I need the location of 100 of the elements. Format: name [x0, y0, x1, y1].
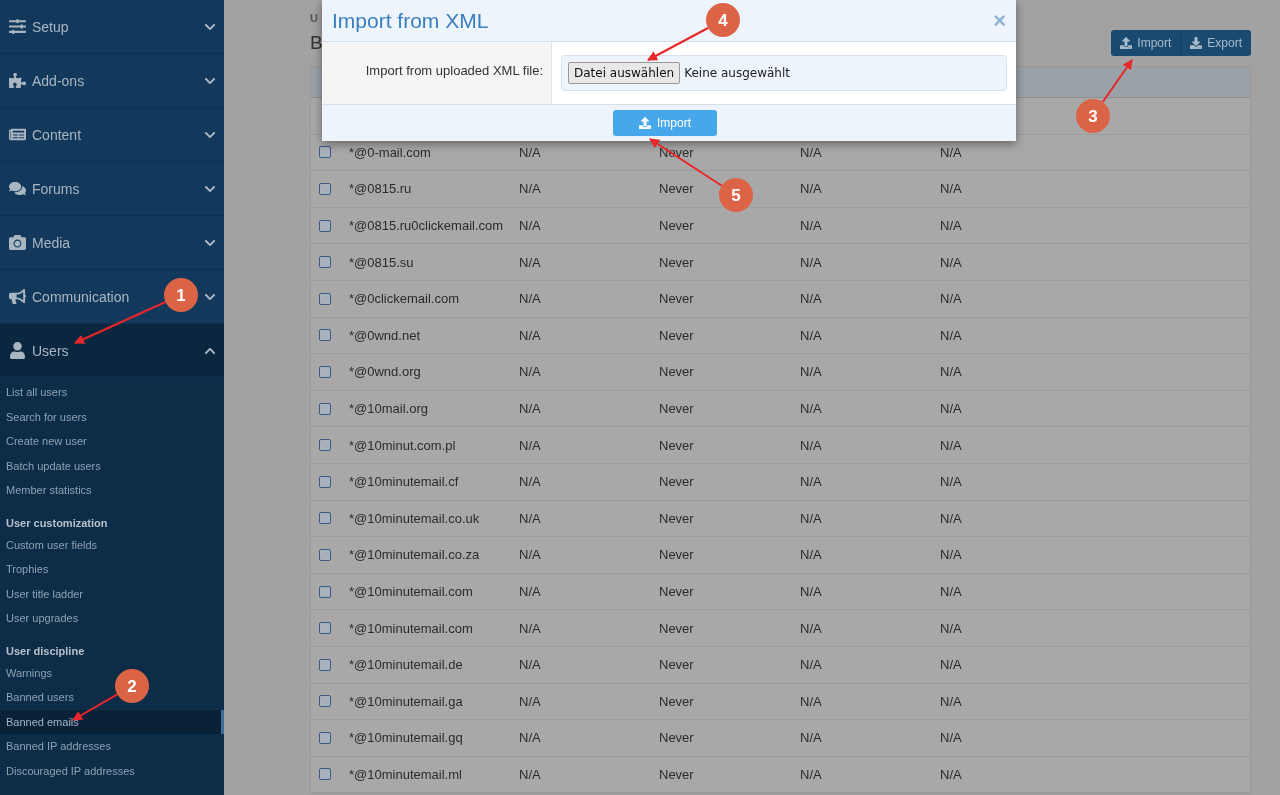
- sidebar-link[interactable]: Warnings: [6, 666, 53, 679]
- sidebar-link[interactable]: Banned IP addresses: [6, 740, 111, 753]
- section-icon: [8, 126, 26, 143]
- file-status: Keine ausgewählt: [684, 66, 790, 80]
- section-label: Setup: [32, 18, 69, 35]
- field-label: Import from uploaded XML file:: [322, 42, 552, 104]
- file-field[interactable]: Datei auswählen Keine ausgewählt: [561, 55, 1007, 91]
- sidebar-link[interactable]: Banned emails: [6, 715, 79, 728]
- table-cell: *@0-mail.com: [349, 144, 431, 160]
- sidebar-section[interactable]: Add-ons: [0, 54, 224, 108]
- row-checkbox[interactable]: [319, 658, 331, 671]
- callout-circle: [115, 669, 149, 703]
- table-cell: N/A: [800, 291, 822, 307]
- table-cell: Never: [659, 218, 694, 234]
- page-title: B: [310, 32, 323, 54]
- table-cell: N/A: [519, 144, 541, 160]
- sidebar-link[interactable]: User title ladder: [6, 587, 84, 600]
- row-checkbox[interactable]: [319, 731, 331, 744]
- table-cell: N/A: [940, 693, 962, 709]
- import-button[interactable]: Import: [1111, 30, 1182, 56]
- table-cell: Never: [659, 767, 694, 782]
- table-cell: Never: [659, 657, 694, 673]
- row-checkbox[interactable]: [319, 475, 331, 488]
- table-cell: N/A: [519, 547, 541, 563]
- callout-number: 5: [731, 186, 741, 205]
- table-cell: N/A: [940, 401, 962, 417]
- table-cell: Never: [659, 584, 694, 599]
- sidebar-section[interactable]: Media: [0, 216, 224, 270]
- sidebar-section[interactable]: Setup: [0, 0, 224, 54]
- sidebar-link[interactable]: Custom user fields: [6, 538, 98, 551]
- sidebar-link[interactable]: Discouraged IP addresses: [6, 764, 135, 777]
- sidebar-link[interactable]: Banned users: [6, 691, 74, 704]
- sidebar-link[interactable]: List all users: [6, 386, 68, 399]
- table-cell: Never: [659, 547, 694, 563]
- table-cell: *@10mail.org: [349, 401, 428, 417]
- section-icon: [8, 234, 26, 251]
- row-checkbox[interactable]: [319, 292, 331, 305]
- sidebar-section[interactable]: Forums: [0, 162, 224, 216]
- sidebar-link[interactable]: Batch update users: [6, 459, 101, 472]
- callout-number: 2: [127, 677, 137, 696]
- row-checkbox[interactable]: [319, 329, 331, 342]
- sidebar-section[interactable]: Users: [0, 324, 224, 378]
- dialog-title: Import from XML: [332, 8, 489, 33]
- table-cell: N/A: [800, 657, 822, 673]
- table-cell: *@10minutemail.co.uk: [349, 510, 480, 526]
- table-cell: Never: [659, 620, 694, 636]
- row-checkbox[interactable]: [319, 402, 331, 415]
- table-cell: Never: [659, 693, 694, 709]
- table-cell: N/A: [940, 730, 962, 746]
- row-checkbox[interactable]: [319, 548, 331, 561]
- row-checkbox[interactable]: [319, 146, 331, 159]
- table-cell: N/A: [940, 767, 962, 782]
- table-cell: N/A: [940, 474, 962, 490]
- table-cell: N/A: [800, 144, 822, 160]
- row-checkbox[interactable]: [319, 768, 331, 781]
- row-checkbox[interactable]: [319, 622, 331, 635]
- table-cell: Never: [659, 181, 694, 197]
- callout-number: 4: [718, 11, 728, 30]
- row-checkbox[interactable]: [319, 439, 331, 452]
- section-label: Users: [32, 342, 69, 359]
- row-checkbox[interactable]: [319, 512, 331, 525]
- table-cell: Never: [659, 510, 694, 526]
- table-cell: N/A: [519, 364, 541, 380]
- callout-circle: [719, 178, 753, 212]
- section-label: Add-ons: [32, 72, 85, 89]
- callout-number: 1: [176, 286, 186, 305]
- sidebar-link[interactable]: Member statistics: [6, 484, 92, 497]
- table-cell: N/A: [940, 218, 962, 234]
- table-cell: *@10minutemail.ml: [349, 767, 462, 782]
- sidebar-section[interactable]: Content: [0, 108, 224, 162]
- table-cell: *@0815.ru0clickemail.com: [349, 218, 504, 234]
- table-cell: N/A: [800, 767, 822, 782]
- sidebar-link[interactable]: Create new user: [6, 435, 87, 448]
- section-icon: [8, 288, 26, 305]
- choose-file-button[interactable]: Datei auswählen: [568, 62, 681, 84]
- table-cell: N/A: [940, 510, 962, 526]
- table-cell: N/A: [519, 620, 541, 636]
- row-checkbox[interactable]: [319, 256, 331, 269]
- table-cell: N/A: [800, 730, 822, 746]
- row-checkbox[interactable]: [319, 695, 331, 708]
- table-cell: Never: [659, 730, 694, 746]
- sidebar-link[interactable]: Trophies: [6, 563, 49, 576]
- table-cell: Never: [659, 291, 694, 307]
- table-cell: Never: [659, 401, 694, 417]
- row-checkbox[interactable]: [319, 219, 331, 232]
- table-cell: N/A: [800, 327, 822, 343]
- table-cell: N/A: [940, 291, 962, 307]
- arrow: [1101, 59, 1133, 104]
- table-cell: *@10minutemail.de: [349, 657, 463, 673]
- callout-number: 3: [1088, 107, 1098, 126]
- sidebar-link[interactable]: User upgrades: [6, 612, 79, 625]
- row-checkbox[interactable]: [319, 365, 331, 378]
- table-cell: *@10minutemail.com: [349, 584, 473, 599]
- table-cell: N/A: [940, 437, 962, 453]
- table-cell: Never: [659, 327, 694, 343]
- row-checkbox[interactable]: [319, 183, 331, 195]
- row-checkbox[interactable]: [319, 585, 331, 598]
- export-button[interactable]: Export: [1181, 30, 1251, 56]
- table-cell: *@0815.ru: [349, 181, 412, 197]
- sidebar-link[interactable]: Search for users: [6, 410, 87, 423]
